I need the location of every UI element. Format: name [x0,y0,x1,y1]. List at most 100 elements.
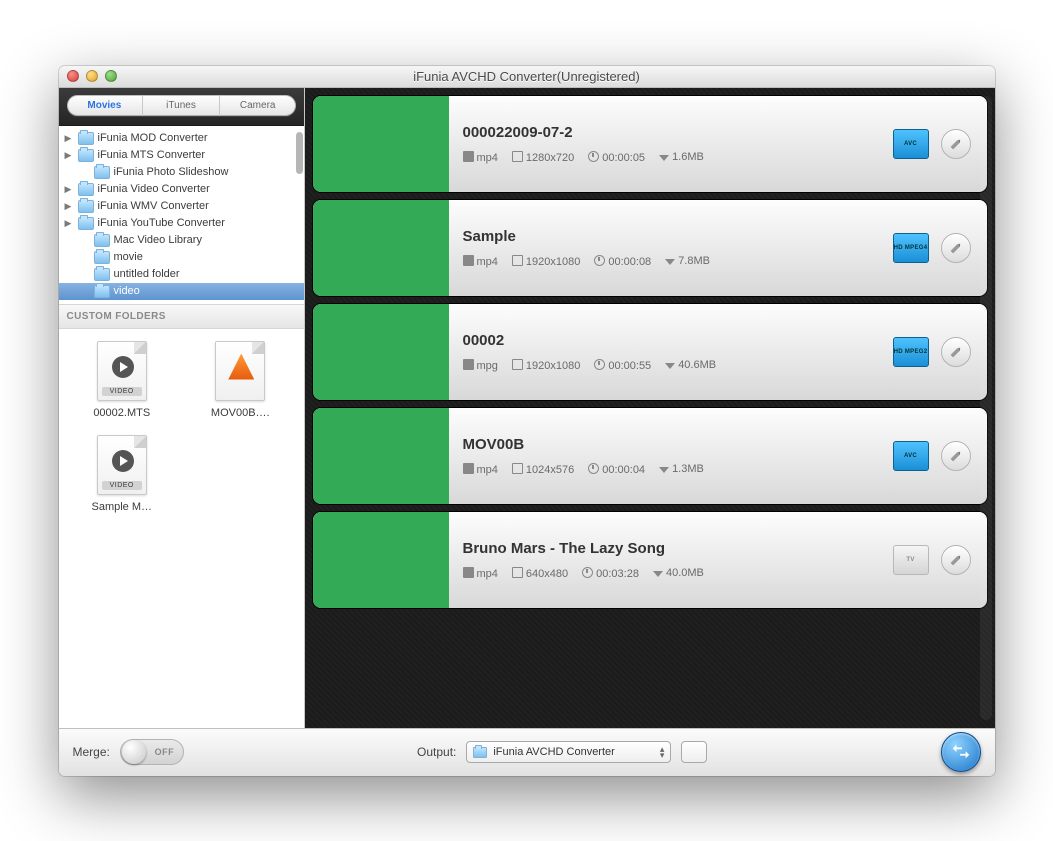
tree-label: iFunia MTS Converter [98,149,206,161]
titlebar: iFunia AVCHD Converter(Unregistered) [59,66,995,88]
video-thumbnail[interactable] [313,512,449,608]
size-icon [659,155,669,161]
item-title: 000022009-07-2 [463,124,879,141]
output-format-badge[interactable]: AVC [893,441,929,471]
list-item[interactable]: MOV00Bmp41024x57600:00:041.3MBAVC [313,408,987,504]
item-format: mp4 [477,464,498,476]
tree-row[interactable]: ▶iFunia Video Converter [59,181,304,198]
toggle-knob-icon [122,740,146,764]
tab-movies[interactable]: Movies [67,95,144,116]
tree-scrollbar[interactable] [296,132,303,174]
pencil-icon [947,343,964,360]
folder-icon [94,268,110,281]
vlc-icon [228,354,254,380]
folder-icon [94,251,110,264]
file-thumbnails: VIDEO00002.MTSMOV00B….VIDEOSample M… [59,329,304,728]
clock-icon [594,255,605,266]
close-button[interactable] [67,70,79,82]
file-icon: VIDEO [97,435,147,495]
tree-row[interactable]: ▶iFunia WMV Converter [59,198,304,215]
tree-row[interactable]: movie [59,249,304,266]
video-thumbnail[interactable] [313,96,449,192]
output-format-badge[interactable]: AVC [893,129,929,159]
size-icon [665,259,675,265]
pencil-icon [947,447,964,464]
folder-icon [94,234,110,247]
pencil-icon [947,551,964,568]
disclosure-arrow-icon: ▶ [65,133,74,144]
tab-itunes[interactable]: iTunes [143,95,220,116]
video-thumbnail[interactable] [313,200,449,296]
item-meta: mp4640x48000:03:2840.0MB [463,567,879,580]
browse-output-button[interactable] [681,741,707,763]
list-item[interactable]: 000022009-07-2mp41280x72000:00:051.6MBAV… [313,96,987,192]
minimize-button[interactable] [86,70,98,82]
output-format-badge[interactable]: HD MPEG2 [893,337,929,367]
item-resolution: 1024x576 [526,464,574,476]
tree-row[interactable]: untitled folder [59,266,304,283]
item-duration: 00:00:55 [608,360,651,372]
item-info: Samplemp41920x108000:00:087.8MB [449,200,893,296]
list-item[interactable]: Bruno Mars - The Lazy Songmp4640x48000:0… [313,512,987,608]
video-thumbnail[interactable] [313,304,449,400]
source-tabs-bar: Movies iTunes Camera [59,88,304,126]
folder-icon [473,747,487,758]
output-format-badge[interactable]: TV [893,545,929,575]
tree-row[interactable]: ▶iFunia MTS Converter [59,147,304,164]
merge-label: Merge: [73,745,110,759]
file-thumbnail[interactable]: MOV00B…. [181,341,300,419]
tree-label: Mac Video Library [114,234,202,246]
edit-button[interactable] [941,233,971,263]
tree-row[interactable]: Mac Video Library [59,232,304,249]
list-item[interactable]: 00002mpg1920x108000:00:5540.6MBHD MPEG2 [313,304,987,400]
clock-icon [582,567,593,578]
tree-row[interactable]: ▶iFunia YouTube Converter [59,215,304,232]
item-info: 000022009-07-2mp41280x72000:00:051.6MB [449,96,893,192]
main-scrollbar[interactable] [980,96,992,720]
item-duration: 00:00:05 [602,152,645,164]
video-thumbnail[interactable] [313,408,449,504]
list-item[interactable]: Samplemp41920x108000:00:087.8MBHD MPEG4 [313,200,987,296]
file-name: MOV00B…. [181,407,300,419]
output-folder-select[interactable]: iFunia AVCHD Converter ▴▾ [466,741,671,763]
folder-tree[interactable]: ▶iFunia MOD Converter▶iFunia MTS Convert… [59,126,304,305]
tree-row[interactable]: video [59,283,304,300]
convert-button[interactable] [941,732,981,772]
disclosure-arrow-icon: ▶ [65,201,74,212]
merge-toggle[interactable]: OFF [120,739,184,765]
folder-icon [94,166,110,179]
zoom-button[interactable] [105,70,117,82]
format-icon [463,151,474,162]
file-thumbnail[interactable]: VIDEOSample M… [63,435,182,513]
item-duration: 00:00:08 [608,256,651,268]
merge-state: OFF [146,747,183,757]
item-title: MOV00B [463,436,879,453]
tree-label: iFunia YouTube Converter [98,217,225,229]
output-format-badge[interactable]: HD MPEG4 [893,233,929,263]
conversion-list: 000022009-07-2mp41280x72000:00:051.6MBAV… [305,88,995,728]
edit-button[interactable] [941,337,971,367]
item-size: 1.3MB [672,463,704,475]
item-resolution: 1280x720 [526,152,574,164]
pencil-icon [947,135,964,152]
item-title: Sample [463,228,879,245]
tree-row[interactable]: iFunia Photo Slideshow [59,164,304,181]
edit-button[interactable] [941,129,971,159]
format-icon [463,255,474,266]
item-duration: 00:03:28 [596,568,639,580]
edit-button[interactable] [941,441,971,471]
folder-icon [78,183,94,196]
file-thumbnail[interactable]: VIDEO00002.MTS [63,341,182,419]
tree-row[interactable]: ▶iFunia MOD Converter [59,130,304,147]
video-badge: VIDEO [102,481,142,490]
file-name: 00002.MTS [63,407,182,419]
output-label: Output: [417,745,456,759]
item-size: 40.6MB [678,359,716,371]
resolution-icon [512,255,523,266]
app-window: iFunia AVCHD Converter(Unregistered) Mov… [59,66,995,776]
size-icon [653,571,663,577]
play-icon [112,356,134,378]
tab-camera[interactable]: Camera [220,95,296,116]
output-folder-value: iFunia AVCHD Converter [493,746,614,758]
edit-button[interactable] [941,545,971,575]
